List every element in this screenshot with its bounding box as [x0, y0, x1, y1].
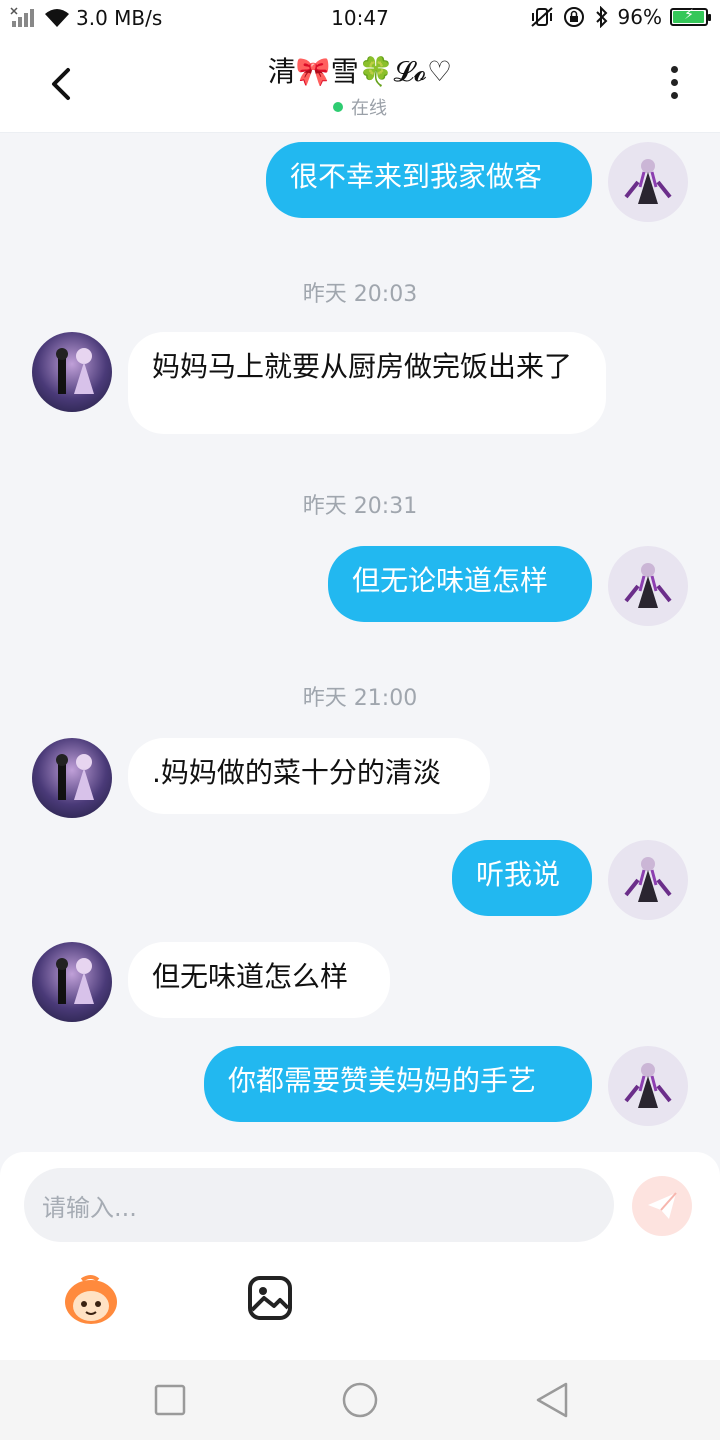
battery-icon: ⚡	[670, 7, 711, 26]
avatar-figure-icon	[624, 159, 672, 204]
back-button[interactable]	[40, 60, 84, 108]
timestamp-label: 昨天 21:00	[302, 686, 418, 711]
outgoing-message-bubble[interactable]: 很不幸来到我家做客	[266, 142, 592, 218]
system-navigation-bar	[0, 1360, 720, 1440]
image-button[interactable]	[246, 1274, 294, 1322]
rotation-lock-icon	[563, 7, 584, 27]
message-text: 妈妈马上就要从厨房做完饭出来了	[152, 350, 573, 383]
outgoing-message-bubble[interactable]: 你都需要赞美妈妈的手艺	[204, 1046, 592, 1122]
incoming-message-bubble[interactable]: 妈妈马上就要从厨房做完饭出来了	[128, 332, 606, 434]
my-avatar[interactable]	[608, 546, 688, 626]
avatar-figure-icon	[624, 1063, 672, 1108]
outgoing-message-bubble[interactable]: 听我说	[452, 840, 592, 916]
send-icon	[648, 1192, 677, 1219]
send-button[interactable]	[632, 1176, 692, 1236]
status-right: 96% ⚡	[530, 5, 711, 29]
presence-text: 在线	[351, 98, 387, 119]
recent-apps-button[interactable]	[150, 1380, 190, 1420]
more-options-button[interactable]	[658, 66, 690, 106]
my-avatar[interactable]	[608, 840, 688, 920]
outgoing-message-bubble[interactable]: 但无论味道怎样	[328, 546, 592, 622]
presence-status: 在线	[333, 94, 387, 120]
emoji-icon	[65, 1275, 117, 1324]
contact-avatar[interactable]	[32, 942, 112, 1022]
message-text: 听我说	[476, 858, 561, 891]
contact-avatar[interactable]	[32, 332, 112, 412]
avatar-figure-icon	[56, 958, 94, 1004]
more-dot-icon	[670, 66, 678, 73]
image-icon	[248, 1276, 292, 1320]
message-text: 很不幸来到我家做客	[290, 160, 543, 193]
more-dot-icon	[670, 92, 678, 99]
online-dot-icon	[333, 102, 343, 112]
message-text: 你都需要赞美妈妈的手艺	[228, 1064, 537, 1097]
timestamp-label: 昨天 20:31	[302, 494, 418, 519]
message-input[interactable]: 请输入...	[24, 1168, 614, 1242]
bluetooth-icon	[595, 6, 607, 28]
more-dot-icon	[670, 79, 678, 86]
chat-screen: 3.0 MB/s 10:47 96% ⚡ 清🎀雪🍀𝓛𝓸♡ 在线 很不幸来到我家做…	[0, 0, 720, 1440]
message-input-placeholder: 请输入...	[42, 1193, 137, 1222]
contact-name: 清🎀雪🍀𝓛𝓸♡	[267, 55, 453, 88]
message-composer: 请输入...	[0, 1152, 720, 1360]
back-triangle-icon	[536, 1382, 568, 1418]
home-icon	[342, 1382, 378, 1418]
recent-apps-icon	[154, 1384, 186, 1416]
avatar-figure-icon	[56, 348, 94, 394]
battery-percent: 96%	[617, 5, 662, 29]
chat-header: 清🎀雪🍀𝓛𝓸♡ 在线	[0, 36, 720, 133]
chevron-left-icon	[52, 68, 70, 100]
chat-title-area: 清🎀雪🍀𝓛𝓸♡ 在线	[160, 50, 560, 120]
avatar-figure-icon	[624, 857, 672, 902]
vibrate-mode-icon	[530, 7, 553, 27]
my-avatar[interactable]	[608, 142, 688, 222]
message-text: 但无论味道怎样	[352, 564, 549, 597]
status-bar: 3.0 MB/s 10:47 96% ⚡	[0, 0, 720, 36]
message-list[interactable]: 很不幸来到我家做客 昨天 20:03 妈妈马上就要从厨房做完饭出来了 昨天 20…	[0, 132, 720, 1152]
avatar-figure-icon	[624, 563, 672, 608]
my-avatar[interactable]	[608, 1046, 688, 1126]
incoming-message-bubble[interactable]: .妈妈做的菜十分的清淡	[128, 738, 490, 814]
charging-bolt-icon: ⚡	[684, 7, 694, 23]
timestamp-label: 昨天 20:03	[302, 282, 418, 307]
message-text: 但无味道怎么样	[152, 960, 349, 993]
back-nav-button[interactable]	[532, 1380, 572, 1420]
message-text: .妈妈做的菜十分的清淡	[152, 756, 441, 789]
contact-avatar[interactable]	[32, 738, 112, 818]
incoming-message-bubble[interactable]: 但无味道怎么样	[128, 942, 390, 1018]
emoji-button[interactable]	[60, 1272, 122, 1328]
home-button[interactable]	[340, 1380, 380, 1420]
avatar-figure-icon	[56, 754, 94, 800]
